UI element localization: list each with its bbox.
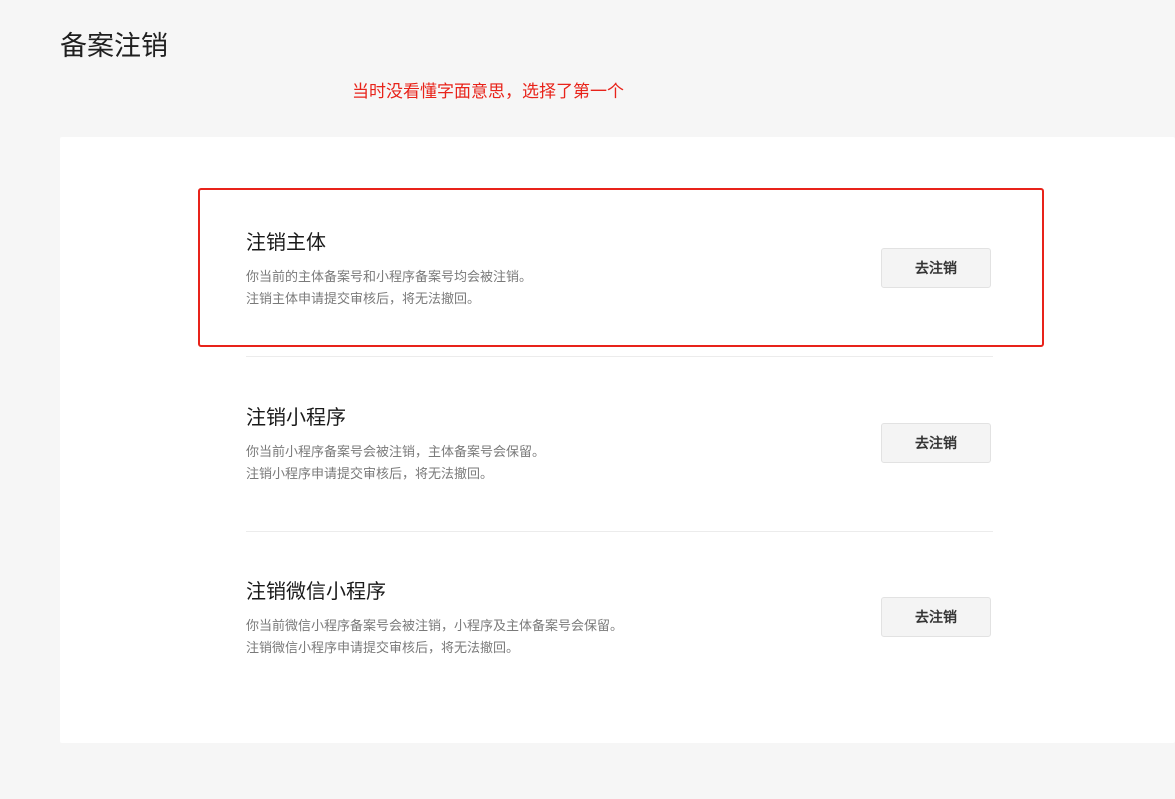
page: 备案注销 当时没看懂字面意思，选择了第一个 注销主体 你当前的主体备案号和小程序…: [0, 0, 1175, 799]
option-cancel-miniprogram: 注销小程序 你当前小程序备案号会被注销，主体备案号会保留。 注销小程序申请提交审…: [246, 404, 993, 486]
page-title: 备案注销: [60, 31, 168, 62]
divider: [246, 356, 993, 357]
cancel-entity-button[interactable]: 去注销: [881, 248, 991, 288]
option-desc-line: 注销主体申请提交审核后，将无法撤回。: [246, 292, 481, 307]
option-cancel-wechat-miniprogram: 注销微信小程序 你当前微信小程序备案号会被注销，小程序及主体备案号会保留。 注销…: [246, 578, 993, 660]
divider: [246, 531, 993, 532]
option-cancel-entity: 注销主体 你当前的主体备案号和小程序备案号均会被注销。 注销主体申请提交审核后，…: [246, 229, 993, 311]
options-card: 注销主体 你当前的主体备案号和小程序备案号均会被注销。 注销主体申请提交审核后，…: [60, 137, 1175, 743]
annotation-note: 当时没看懂字面意思，选择了第一个: [352, 82, 624, 102]
cancel-wechat-miniprogram-button[interactable]: 去注销: [881, 597, 991, 637]
cancel-miniprogram-button[interactable]: 去注销: [881, 423, 991, 463]
option-desc-line: 注销小程序申请提交审核后，将无法撤回。: [246, 467, 494, 482]
option-desc-line: 注销微信小程序申请提交审核后，将无法撤回。: [246, 641, 520, 656]
